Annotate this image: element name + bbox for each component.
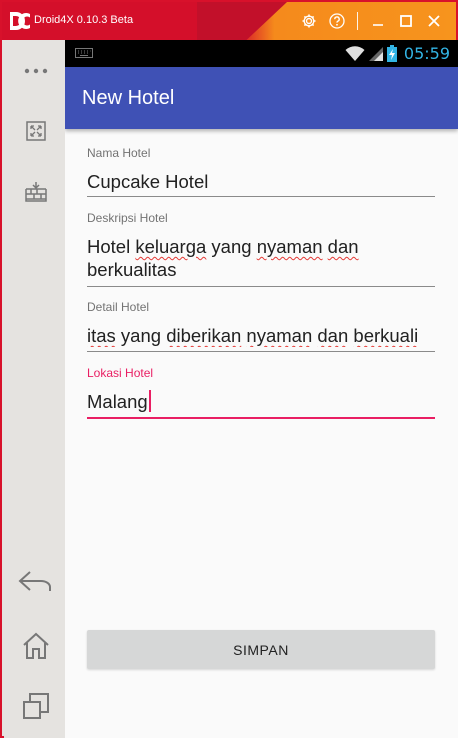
status-bar: 05:59 bbox=[65, 40, 458, 67]
wifi-icon bbox=[345, 45, 365, 61]
deskripsi-hotel-input[interactable]: Hotel keluarga yang nyaman dan berkualit… bbox=[87, 235, 435, 281]
lokasi-hotel-field[interactable]: Lokasi Hotel Malang bbox=[87, 366, 435, 420]
minimize-icon[interactable] bbox=[364, 9, 392, 33]
emulator-sidebar bbox=[4, 40, 65, 738]
field-label: Lokasi Hotel bbox=[87, 366, 154, 380]
detail-hotel-input[interactable]: itas yang diberikan nyaman dan berkuali bbox=[87, 324, 435, 347]
field-underline bbox=[87, 196, 435, 197]
keyboard-icon bbox=[75, 48, 93, 58]
emulator-title: Droid4X 0.10.3 Beta bbox=[34, 14, 134, 26]
lokasi-hotel-input[interactable]: Malang bbox=[87, 390, 435, 413]
home-icon[interactable] bbox=[22, 632, 50, 660]
settings-gear-icon[interactable] bbox=[295, 9, 323, 33]
field-underline bbox=[87, 286, 435, 287]
field-label: Detail Hotel bbox=[87, 300, 150, 314]
page-title: New Hotel bbox=[82, 87, 175, 109]
detail-hotel-field[interactable]: Detail Hotel itas yang diberikan nyaman … bbox=[87, 300, 435, 354]
battery-charging-icon bbox=[386, 45, 397, 62]
nama-hotel-input[interactable]: Cupcake Hotel bbox=[87, 170, 435, 193]
field-underline bbox=[87, 351, 435, 352]
simpan-button[interactable]: SIMPAN bbox=[87, 630, 435, 669]
close-icon[interactable] bbox=[420, 9, 448, 33]
more-options-icon[interactable] bbox=[22, 57, 50, 85]
field-label: Deskripsi Hotel bbox=[87, 211, 168, 225]
deskripsi-hotel-field[interactable]: Deskripsi Hotel Hotel keluarga yang nyam… bbox=[87, 211, 435, 288]
fullscreen-icon[interactable] bbox=[22, 117, 50, 145]
emulator-window: Droid4X 0.10.3 Beta 05:59 New Hotel Nama… bbox=[0, 0, 458, 738]
clock: 05:59 bbox=[403, 44, 450, 63]
text-cursor bbox=[148, 390, 151, 412]
titlebar-separator bbox=[357, 12, 358, 30]
titlebar-decoration bbox=[197, 2, 287, 40]
apk-install-icon[interactable] bbox=[22, 178, 50, 206]
field-underline bbox=[87, 417, 435, 419]
app-bar: New Hotel bbox=[65, 67, 458, 129]
android-screen: 05:59 New Hotel Nama Hotel Cupcake Hotel… bbox=[65, 40, 458, 738]
cell-signal-icon bbox=[368, 46, 383, 61]
droid4x-logo-icon bbox=[10, 12, 30, 30]
recent-apps-icon[interactable] bbox=[22, 692, 50, 720]
nama-hotel-field[interactable]: Nama Hotel Cupcake Hotel bbox=[87, 146, 435, 198]
lokasi-hotel-value: Malang bbox=[87, 391, 148, 412]
maximize-icon[interactable] bbox=[392, 9, 420, 33]
emulator-titlebar: Droid4X 0.10.3 Beta bbox=[2, 2, 456, 40]
help-icon[interactable] bbox=[323, 9, 351, 33]
field-label: Nama Hotel bbox=[87, 146, 151, 160]
back-icon[interactable] bbox=[16, 568, 54, 596]
